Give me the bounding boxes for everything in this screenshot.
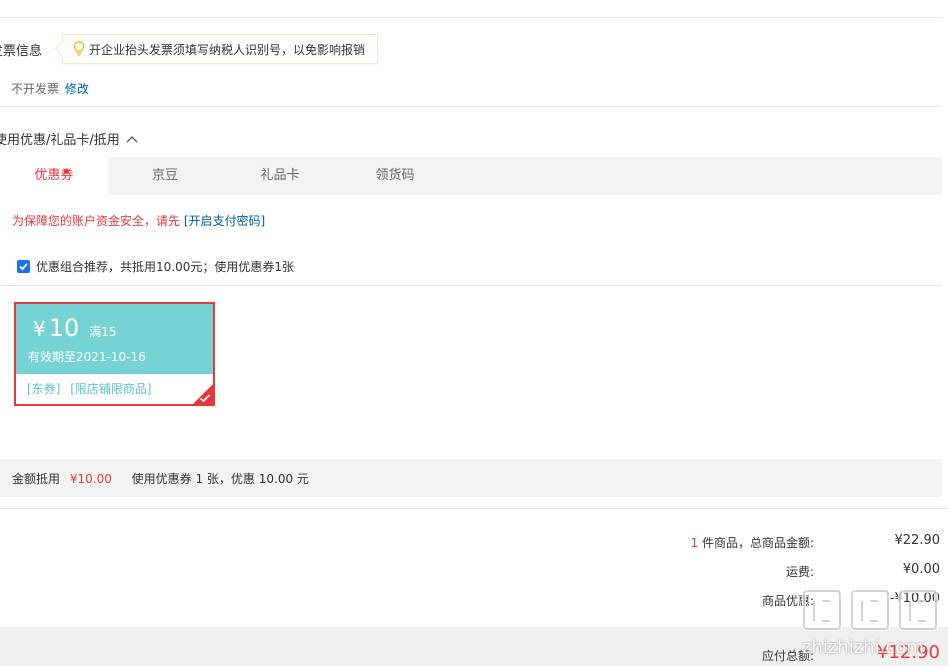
invoice-tip: 开企业抬头发票须填写纳税人识别号，以免影响报销 [54,34,378,64]
combo-checkbox[interactable] [17,260,30,273]
watermark-logo-icon [802,589,938,631]
discount-tabs: 优惠券 京豆 礼品卡 领货码 [0,157,942,195]
tab-giftcard-label: 礼品卡 [260,168,300,183]
discount-summary-bar: 金额抵用 ¥10.00 使用优惠券 1 张，优惠 10.00 元 [0,459,942,497]
chevron-up-icon [126,135,138,142]
summary-detail: 使用优惠券 1 张，优惠 10.00 元 [131,472,309,486]
goods-count-row: 1 件商品，总商品金额: [690,534,814,551]
coupon-amount-row: ¥ 10 满15 [33,314,117,342]
combo-label: 优惠组合推荐，共抵用10.00元；使用优惠券1张 [36,260,294,274]
coupon-condition: 满15 [89,325,117,339]
coupon-amount: 10 [48,314,80,342]
new-dot-icon [64,169,69,174]
shipping-value: ¥0.00 [902,562,940,577]
divider-combo [0,285,942,286]
goods-total: ¥22.90 [894,533,941,548]
combo-recommend-row: 优惠组合推荐，共抵用10.00元；使用优惠券1张 [17,258,294,275]
divider-invoice [0,106,940,107]
shipping-label: 运费: [785,565,814,579]
summary-label: 金额抵用 [12,472,61,486]
invoice-edit-link[interactable]: 修改 [65,82,89,96]
tab-pickup-code[interactable]: 领货码 [340,157,450,195]
invoice-value: 不开发票 [11,82,60,96]
invoice-row: 不开发票 修改 [11,80,89,97]
checkmark-icon [19,263,28,271]
discount-section-title: 使用优惠/礼品卡/抵用 [0,133,120,148]
tip-arrow [54,41,70,57]
watermark-text: zhizhizhi.com [802,637,924,658]
divider-summary [0,508,948,509]
tab-pickup-code-label: 领货码 [375,168,415,183]
security-notice: 为保障您的账户资金安全，请先 [开启支付密码] [12,212,265,229]
selected-check-icon [199,394,211,403]
divider-top [0,17,942,18]
summary-amount: ¥10.00 [69,472,112,486]
invoice-tip-text: 开企业抬头发票须填写纳税人识别号，以免影响报销 [89,42,366,57]
coupon-header: ¥ 10 满15 有效期至2021-10-16 [16,304,213,374]
coupon-tag-jd: [东券] [27,382,61,396]
goods-count: 1 [690,536,699,550]
tab-giftcard[interactable]: 礼品卡 [226,157,334,195]
coupon-tags: [东券] [限店铺限商品] [16,374,213,404]
goods-count-label: 件商品，总商品金额: [701,536,814,550]
discount-section-toggle[interactable]: 使用优惠/礼品卡/抵用 [0,129,139,148]
security-notice-text: 为保障您的账户资金安全，请先 [12,214,181,228]
lightbulb-icon [73,41,85,56]
site-watermark: zhizhizhi.com [800,585,948,666]
tab-coupon[interactable]: 优惠券 [0,157,108,195]
discount-summary: 金额抵用 ¥10.00 使用优惠券 1 张，优惠 10.00 元 [12,470,309,487]
coupon-currency: ¥ [33,317,46,341]
coupon-tag-store: [限店铺限商品] [70,382,152,396]
coupon-card[interactable]: ¥ 10 满15 有效期至2021-10-16 [东券] [限店铺限商品] [14,302,215,406]
tab-jingdou-label: 京豆 [151,168,178,183]
coupon-expiry: 有效期至2021-10-16 [28,350,146,364]
enable-pay-password-link[interactable]: [开启支付密码] [184,214,265,228]
tab-jingdou[interactable]: 京豆 [112,157,218,195]
invoice-title: 发票信息 [0,44,43,59]
